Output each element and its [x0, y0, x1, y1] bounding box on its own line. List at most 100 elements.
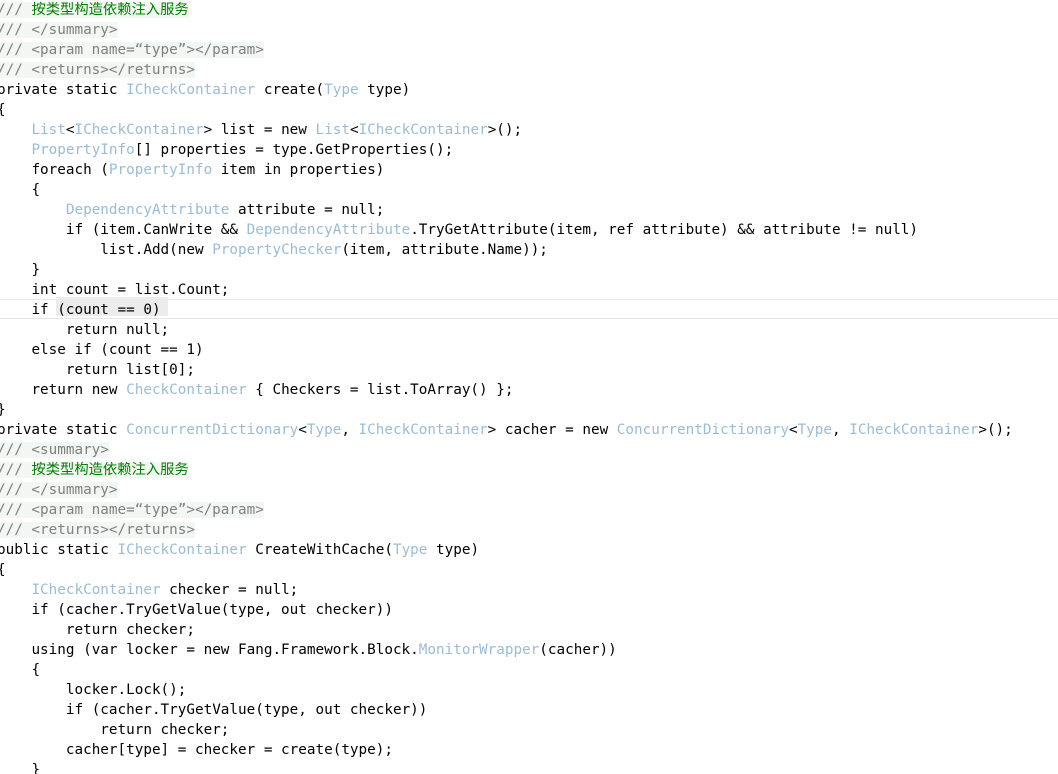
code-line[interactable]: } [0, 400, 1058, 420]
code-token-type: ICheckContainer [126, 82, 256, 98]
code-line[interactable]: return list[0]; [0, 360, 1058, 380]
code-token-type: List [31, 122, 66, 138]
code-token-type: PropertyInfo [31, 142, 135, 158]
code-line[interactable]: list.Add(new PropertyChecker(item, attri… [0, 240, 1058, 260]
code-token-plain: if (item.CanWrite && [65, 222, 247, 238]
code-line[interactable]: cacher[type] = checker = create(type); [0, 740, 1058, 760]
code-token-plain: if (count == 0) [31, 302, 161, 318]
code-token-type: ConcurrentDictionary [126, 422, 299, 438]
code-token-plain: (item, attribute.Name)); [341, 242, 548, 258]
code-editor[interactable]: /// 按类型构造依赖注入服务 /// </summary> /// <param … [0, 0, 1058, 774]
code-line[interactable]: return checker; [0, 620, 1058, 640]
code-line[interactable]: /// </summary> [0, 20, 1058, 40]
code-line[interactable]: private static ICheckContainer create(Ty… [0, 80, 1058, 100]
code-line[interactable]: /// 按类型构造依赖注入服务 [0, 0, 1058, 20]
code-token-plain: return checker; [65, 622, 195, 638]
code-token-plain: { [0, 102, 6, 118]
code-line[interactable]: return checker; [0, 720, 1058, 740]
code-token-type: List [315, 122, 350, 138]
code-token-type: MonitorWrapper [418, 642, 540, 658]
code-token-plain: item in properties) [212, 162, 385, 178]
code-line[interactable]: return new CheckContainer { Checkers = l… [0, 380, 1058, 400]
code-token-plain: { [0, 562, 6, 578]
code-token-doc: /// [0, 462, 32, 478]
code-token-plain: attribute = null; [229, 202, 385, 218]
code-line[interactable]: /// <summary> [0, 440, 1058, 460]
code-token-plain: } [31, 762, 41, 774]
code-token-type: ICheckContainer [31, 582, 161, 598]
code-token-doc: /// <returns></returns> [0, 62, 195, 78]
code-line[interactable]: } [0, 760, 1058, 774]
code-line[interactable]: ICheckContainer checker = null; [0, 580, 1058, 600]
code-line[interactable]: /// 按类型构造依赖注入服务 [0, 460, 1058, 480]
code-line[interactable]: PropertyInfo[] properties = type.GetProp… [0, 140, 1058, 160]
code-line[interactable]: /// <returns></returns> [0, 520, 1058, 540]
code-token-plain: checker = null; [160, 582, 299, 598]
code-token-plain: { [31, 182, 41, 198]
code-token-plain: return checker; [100, 722, 230, 738]
code-token-plain: [] properties = type.GetProperties(); [134, 142, 454, 158]
code-line[interactable]: if (count == 0) [0, 300, 1058, 320]
code-line[interactable]: if (cacher.TryGetValue(type, out checker… [0, 700, 1058, 720]
code-token-doc: /// <summary> [0, 442, 109, 458]
code-line[interactable]: private static ConcurrentDictionary<Type… [0, 420, 1058, 440]
code-line[interactable]: using (var locker = new Fang.Framework.B… [0, 640, 1058, 660]
code-token-doc: /// <param name=“type”></param> [0, 42, 264, 58]
code-token-plain: if (cacher.TryGetValue(type, out checker… [65, 702, 428, 718]
code-line[interactable]: List<ICheckContainer> list = new List<IC… [0, 120, 1058, 140]
code-line[interactable]: { [0, 560, 1058, 580]
code-token-plain: < [298, 422, 307, 438]
code-line[interactable]: { [0, 180, 1058, 200]
code-token-plain: locker.Lock(); [65, 682, 187, 698]
code-token-plain: type) [427, 542, 480, 558]
code-line[interactable]: { [0, 660, 1058, 680]
code-line[interactable]: public static ICheckContainer CreateWith… [0, 540, 1058, 560]
code-token-plain: return list[0]; [65, 362, 195, 378]
code-token-plain: > cacher = new [487, 422, 617, 438]
code-line[interactable]: DependencyAttribute attribute = null; [0, 200, 1058, 220]
code-token-type: ICheckContainer [358, 422, 488, 438]
code-token-type: ICheckContainer [358, 122, 488, 138]
code-line[interactable]: } [0, 260, 1058, 280]
code-token-plain: CreateWithCache( [246, 542, 393, 558]
code-line[interactable]: foreach (PropertyInfo item in properties… [0, 160, 1058, 180]
code-line[interactable]: /// <param name=“type”></param> [0, 40, 1058, 60]
code-token-type: Type [797, 422, 832, 438]
code-line[interactable]: /// <returns></returns> [0, 60, 1058, 80]
code-line[interactable]: return null; [0, 320, 1058, 340]
code-token-type: PropertyChecker [212, 242, 342, 258]
code-line[interactable]: /// </summary> [0, 480, 1058, 500]
code-token-type: ICheckContainer [117, 542, 247, 558]
code-line[interactable]: locker.Lock(); [0, 680, 1058, 700]
code-line[interactable]: /// <param name=“type”></param> [0, 500, 1058, 520]
code-line[interactable]: if (item.CanWrite && DependencyAttribute… [0, 220, 1058, 240]
code-token-plain: < [788, 422, 798, 438]
code-text-surface[interactable]: /// 按类型构造依赖注入服务 /// </summary> /// <param … [0, 0, 1058, 774]
code-token-plain: { Checkers = list.ToArray() }; [246, 382, 514, 398]
code-token-plain: { [31, 662, 41, 678]
code-line[interactable]: { [0, 100, 1058, 120]
code-token-plain: public static [0, 542, 118, 558]
code-line[interactable]: else if (count == 1) [0, 340, 1058, 360]
code-token-doctext: 按类型构造依赖注入服务 [31, 462, 189, 478]
code-line[interactable]: int count = list.Count; [0, 280, 1058, 300]
code-token-type: DependencyAttribute [246, 222, 411, 238]
code-token-plain: int count = list.Count; [31, 282, 230, 298]
code-token-type: ConcurrentDictionary [616, 422, 789, 438]
code-line[interactable]: if (cacher.TryGetValue(type, out checker… [0, 600, 1058, 620]
code-token-plain: if (cacher.TryGetValue(type, out checker… [31, 602, 393, 618]
code-token-doc: /// <param name=“type”></param> [0, 502, 264, 518]
code-token-plain: private static [0, 82, 127, 98]
